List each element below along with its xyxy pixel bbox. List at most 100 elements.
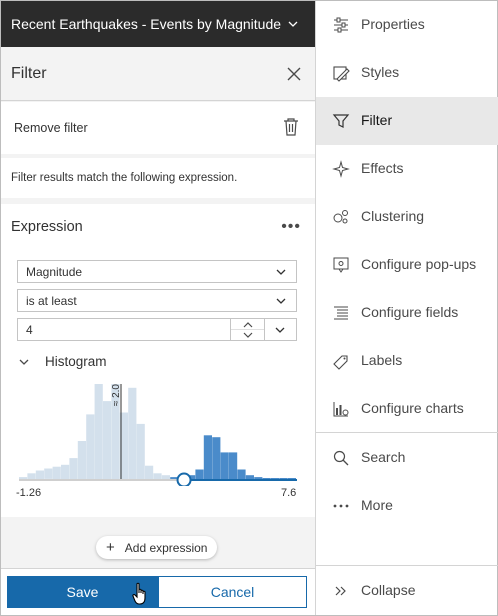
rail-label: Labels — [361, 352, 403, 368]
histogram-bar — [77, 441, 86, 479]
chevron-down-icon — [276, 298, 286, 304]
rail-item-effects[interactable]: Effects — [316, 145, 498, 193]
histogram-bar — [279, 478, 288, 479]
add-expression-label: Add expression — [124, 540, 208, 555]
stepper-up-button[interactable] — [231, 319, 264, 330]
histogram-bar — [136, 423, 145, 479]
remove-filter-row: Remove filter — [1, 102, 315, 154]
panel-footer: Save Cancel — [1, 568, 315, 615]
histogram-bar — [35, 470, 44, 479]
chevron-down-icon — [275, 327, 285, 333]
histogram-bar — [27, 473, 36, 479]
fields-list-icon — [334, 306, 348, 320]
value-input[interactable] — [17, 318, 231, 341]
rail-item-configure-charts[interactable]: Configure charts — [316, 385, 498, 433]
operator-select[interactable]: is at least — [17, 289, 297, 312]
chevron-down-icon — [288, 21, 298, 27]
cancel-button[interactable]: Cancel — [158, 576, 307, 608]
stepper-down-button[interactable] — [231, 330, 264, 341]
rail-item-styles[interactable]: Styles — [316, 49, 498, 97]
histogram-bar — [44, 468, 53, 479]
histogram-bar — [262, 478, 271, 479]
chevron-down-icon — [276, 269, 286, 275]
histogram-max-label: 7.6 — [281, 487, 297, 499]
histogram-bar — [52, 466, 61, 479]
rail-item-configure-fields[interactable]: Configure fields — [316, 289, 498, 337]
rail-label: Configure pop-ups — [361, 256, 477, 272]
rail-item-properties[interactable]: Properties — [316, 1, 498, 49]
rail-item-filter[interactable]: Filter — [316, 97, 498, 145]
filter-panel: Recent Earthquakes - Events by Magnitude… — [1, 1, 315, 615]
rail-item-labels[interactable]: Labels — [316, 337, 498, 385]
field-value: Magnitude — [26, 264, 83, 279]
histogram-bar — [237, 469, 246, 479]
styles-icon — [333, 66, 350, 82]
plus-icon: + — [106, 539, 115, 556]
operator-value: is at least — [26, 293, 77, 308]
match-description: Filter results match the following expre… — [1, 158, 315, 198]
more-dots-icon — [333, 504, 349, 508]
layer-header[interactable]: Recent Earthquakes - Events by Magnitude — [1, 1, 315, 47]
sliders-icon — [334, 17, 348, 33]
histogram-bar — [229, 452, 238, 479]
chevron-down-icon — [243, 332, 252, 338]
histogram-bar — [287, 478, 296, 479]
rail-label: Clustering — [361, 208, 425, 224]
panel-header: Filter — [1, 47, 315, 101]
slider-handle[interactable] — [176, 472, 192, 487]
rail-label: Effects — [361, 160, 404, 176]
trash-icon[interactable] — [282, 117, 300, 137]
collapse-label: Collapse — [361, 582, 416, 598]
histogram-bar — [271, 478, 280, 479]
collapse-button[interactable]: Collapse — [316, 567, 498, 615]
field-select[interactable]: Magnitude — [17, 260, 297, 283]
histogram-bar — [254, 477, 263, 479]
histogram-title: Histogram — [45, 354, 107, 369]
histogram-bar — [220, 452, 229, 479]
rail-item-more[interactable]: More — [316, 482, 498, 530]
double-chevron-right-icon — [335, 586, 346, 596]
layer-title: Recent Earthquakes - Events by Magnitude — [11, 16, 282, 32]
histogram-bar — [19, 477, 28, 479]
expression-title: Expression — [11, 219, 83, 235]
histogram-chart: ≈ 2.0 — [19, 384, 297, 487]
search-icon — [333, 450, 349, 466]
rail-label: Properties — [361, 16, 425, 32]
rail-label: More — [361, 497, 393, 513]
panel-title: Filter — [11, 64, 47, 82]
rail-divider — [316, 432, 498, 433]
value-stepper — [231, 318, 265, 341]
chevron-down-icon — [19, 359, 29, 365]
charts-icon — [333, 402, 349, 417]
histogram-bar — [203, 435, 212, 479]
histogram-toggle[interactable]: Histogram — [19, 354, 107, 369]
filter-icon — [332, 114, 350, 128]
rail-item-configure-popups[interactable]: Configure pop-ups — [316, 241, 498, 289]
match-text: Filter results match the following expre… — [11, 172, 238, 184]
histogram-bar — [128, 387, 137, 479]
close-icon[interactable] — [285, 65, 303, 83]
value-dropdown-button[interactable] — [265, 318, 297, 341]
histogram-bar — [161, 475, 170, 479]
histogram-bar — [245, 475, 254, 479]
histogram-bar — [103, 401, 112, 479]
average-marker-label: ≈ 2.0 — [111, 384, 122, 407]
rail-item-search[interactable]: Search — [316, 434, 498, 482]
hand-cursor-icon — [132, 582, 146, 605]
histogram-bar — [145, 465, 154, 479]
chevron-up-icon — [243, 321, 252, 327]
histogram-bar — [94, 384, 103, 479]
rail-label: Configure fields — [361, 304, 459, 320]
histogram-bar — [69, 458, 78, 479]
add-expression-button[interactable]: + Add expression — [96, 536, 218, 559]
expression-card: Expression ••• Magnitude is at least His… — [1, 204, 315, 517]
rail-item-clustering[interactable]: Clustering — [316, 193, 498, 241]
histogram-bar — [195, 469, 204, 479]
rail-divider — [316, 565, 498, 566]
sparkle-icon — [332, 160, 350, 178]
label-tag-icon — [333, 355, 348, 370]
more-options-icon[interactable]: ••• — [281, 218, 301, 236]
clustering-icon — [333, 210, 348, 224]
histogram-bar — [86, 414, 95, 479]
remove-filter-label: Remove filter — [14, 121, 88, 135]
